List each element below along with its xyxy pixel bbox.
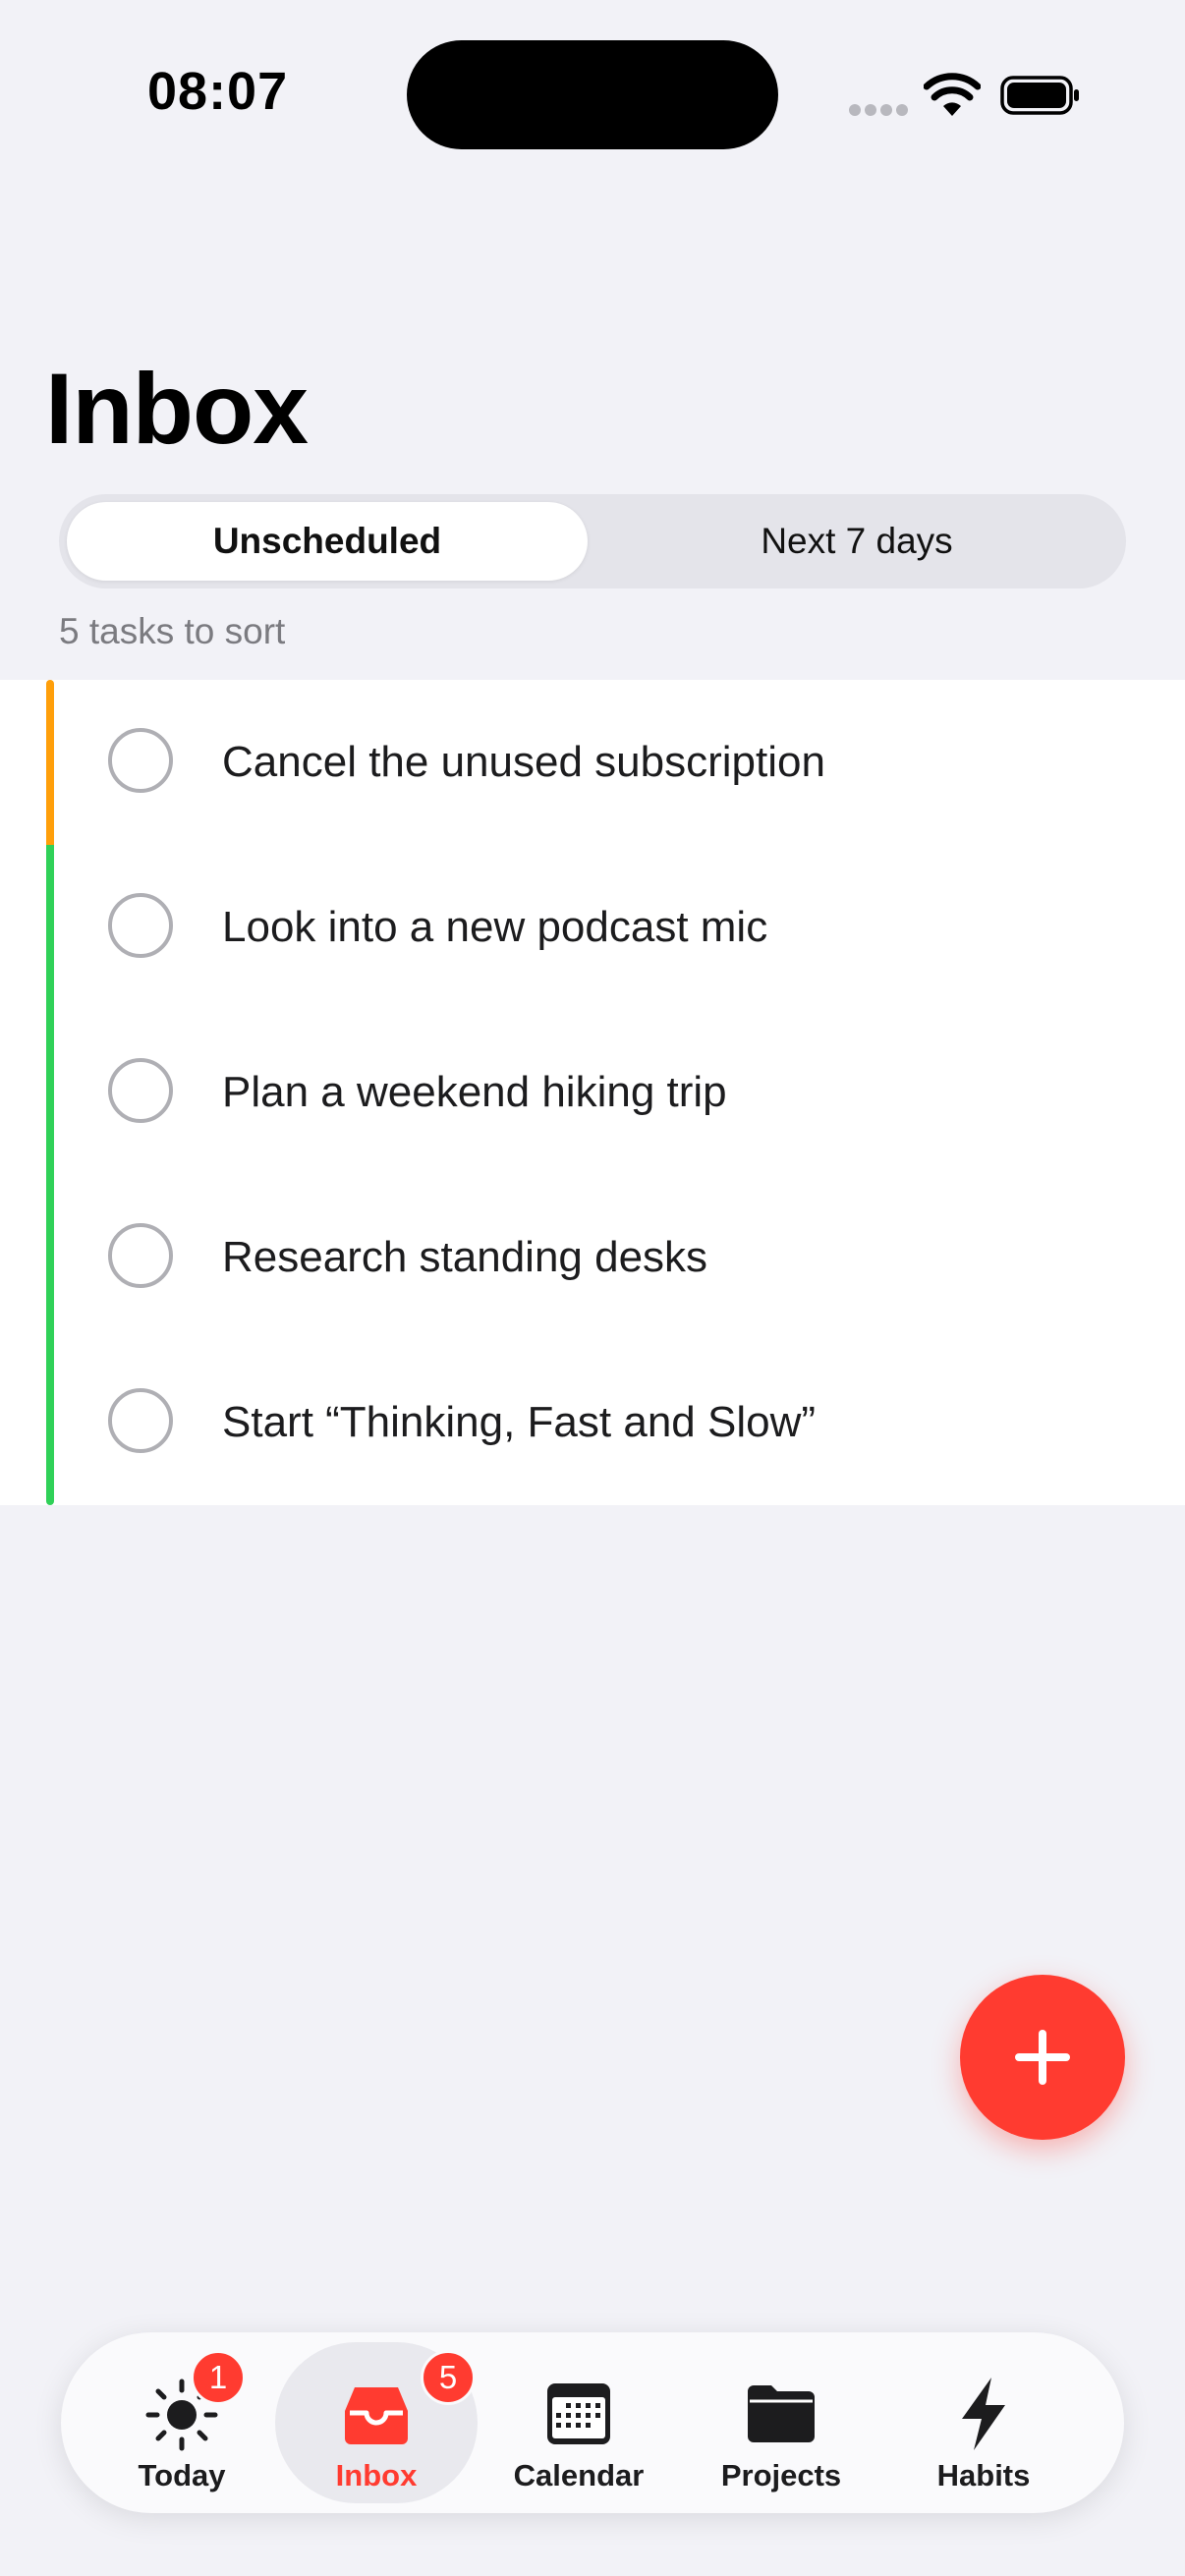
tab-label: Calendar: [513, 2458, 645, 2492]
tab-badge: 5: [421, 2350, 476, 2405]
cellular-signal-icon: [849, 104, 910, 118]
task-title: Plan a weekend hiking trip: [222, 1068, 727, 1116]
task-title: Cancel the unused subscription: [222, 738, 825, 786]
priority-bar: [46, 1175, 54, 1340]
task-title: Research standing desks: [222, 1233, 708, 1281]
wifi-icon: [924, 73, 981, 116]
segment-unscheduled[interactable]: Unscheduled: [67, 502, 588, 581]
battery-icon: [1000, 76, 1079, 115]
task-title: Look into a new podcast mic: [222, 903, 768, 951]
task-list: Cancel the unused subscription Look into…: [0, 680, 1185, 1505]
priority-bar: [46, 1340, 54, 1505]
tab-bar: Today 1 Inbox 5 Calendar Projects Habits: [61, 2332, 1124, 2513]
priority-bar: [46, 845, 54, 1010]
task-count-label: 5 tasks to sort: [59, 611, 286, 651]
task-row[interactable]: Research standing desks: [0, 1175, 1185, 1340]
folder-icon: [748, 2385, 815, 2442]
tab-today[interactable]: Today 1: [81, 2342, 283, 2503]
complete-checkbox[interactable]: [108, 1223, 173, 1288]
tab-badge: 1: [191, 2350, 246, 2405]
status-bar: 08:07: [0, 0, 1185, 196]
dynamic-island: [407, 40, 778, 149]
tab-inbox[interactable]: Inbox 5: [275, 2342, 478, 2503]
tab-label: Projects: [720, 2458, 842, 2492]
calendar-icon: [547, 2383, 610, 2444]
tab-calendar[interactable]: Calendar: [478, 2342, 680, 2503]
add-task-button[interactable]: [960, 1975, 1125, 2140]
tab-label: Today: [138, 2458, 226, 2492]
task-row[interactable]: Cancel the unused subscription: [0, 680, 1185, 845]
complete-checkbox[interactable]: [108, 1388, 173, 1453]
complete-checkbox[interactable]: [108, 1058, 173, 1123]
inbox-tray-icon: [345, 2387, 408, 2444]
segment-next-7-days[interactable]: Next 7 days: [595, 502, 1118, 581]
priority-bar: [46, 1010, 54, 1175]
bolt-icon: [962, 2378, 1005, 2450]
status-time: 08:07: [147, 62, 289, 121]
task-row[interactable]: Look into a new podcast mic: [0, 845, 1185, 1010]
tab-label: Habits: [936, 2458, 1031, 2492]
task-title: Start “Thinking, Fast and Slow”: [222, 1398, 817, 1446]
priority-bar: [46, 680, 54, 845]
tab-projects[interactable]: Projects: [680, 2342, 882, 2503]
task-row[interactable]: Plan a weekend hiking trip: [0, 1010, 1185, 1175]
plus-icon: [1015, 2030, 1070, 2085]
tab-label: Inbox: [335, 2458, 418, 2492]
task-row[interactable]: Start “Thinking, Fast and Slow”: [0, 1340, 1185, 1505]
complete-checkbox[interactable]: [108, 728, 173, 793]
schedule-segmented-control: Unscheduled Next 7 days: [59, 494, 1126, 588]
complete-checkbox[interactable]: [108, 893, 173, 958]
tab-habits[interactable]: Habits: [882, 2342, 1085, 2503]
page-title: Inbox: [45, 353, 309, 465]
